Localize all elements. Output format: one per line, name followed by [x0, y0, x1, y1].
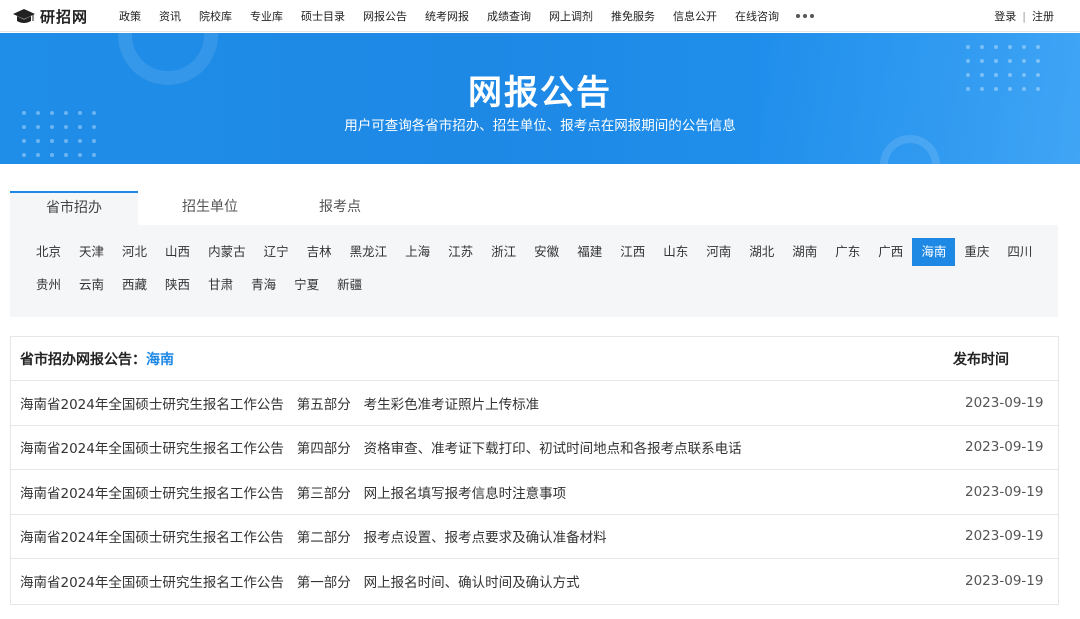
province-selector: 北京 天津 河北 山西 内蒙古 辽宁 吉林 黑龙江 上海 江苏 浙江 安徽 福建 江西 山东 河南 湖北 湖南 广东… — [10, 225, 1058, 317]
page-subtitle: 用户可查询各省市招办、招生单位、报考点在网报期间的公告信息 — [344, 118, 736, 134]
nav-item-exam-registration[interactable]: 统考网报 — [416, 8, 478, 24]
province-item[interactable]: 内蒙古 — [199, 238, 255, 266]
province-item[interactable]: 西藏 — [113, 271, 156, 299]
tab-provincial-office[interactable]: 省市招办 — [10, 191, 138, 225]
category-tabs: 省市招办 招生单位 报考点 — [10, 191, 404, 225]
tab-admission-units[interactable]: 招生单位 — [146, 191, 274, 225]
graduation-cap-icon — [13, 8, 35, 23]
province-item[interactable]: 贵州 — [27, 271, 70, 299]
announcement-date: 2023-09-19 — [965, 528, 1044, 545]
tab-exam-sites[interactable]: 报考点 — [276, 191, 404, 225]
announcement-date: 2023-09-19 — [965, 483, 1044, 500]
announcement-date: 2023-09-19 — [965, 439, 1044, 456]
logo-text: 研招网 — [40, 8, 89, 26]
nav-item-policy[interactable]: 政策 — [110, 8, 150, 24]
announcement-table: 省市招办网报公告：海南 发布时间 海南省2024年全国硕士研究生报名工作公告 第… — [10, 336, 1059, 605]
register-link[interactable]: 注册 — [1032, 8, 1054, 24]
table-header-date: 发布时间 — [953, 351, 1009, 368]
announcement-title[interactable]: 海南省2024年全国硕士研究生报名工作公告 第二部分 报考点设置、报考点要求及确… — [20, 526, 953, 546]
province-item[interactable]: 广东 — [826, 238, 869, 266]
province-item[interactable]: 安徽 — [525, 238, 568, 266]
province-item[interactable]: 天津 — [70, 238, 113, 266]
announcement-title[interactable]: 海南省2024年全国硕士研究生报名工作公告 第一部分 网上报名时间、确认时间及确… — [20, 571, 953, 591]
table-row[interactable]: 海南省2024年全国硕士研究生报名工作公告 第三部分 网上报名填写报考信息时注意… — [11, 470, 1058, 515]
province-item[interactable]: 宁夏 — [285, 271, 328, 299]
nav-item-recommendation[interactable]: 推免服务 — [602, 8, 664, 24]
nav-item-online-consult[interactable]: 在线咨询 — [726, 8, 788, 24]
header-prefix: 省市招办网报公告： — [20, 351, 146, 368]
site-logo[interactable]: 研招网 — [12, 6, 88, 27]
table-row[interactable]: 海南省2024年全国硕士研究生报名工作公告 第四部分 资格审查、准考证下载打印、… — [11, 426, 1058, 470]
province-item[interactable]: 四川 — [998, 238, 1041, 266]
province-item[interactable]: 河北 — [113, 238, 156, 266]
nav-item-online-adjustment[interactable]: 网上调剂 — [540, 8, 602, 24]
nav-item-master-catalog[interactable]: 硕士目录 — [292, 8, 354, 24]
province-item[interactable]: 甘肃 — [199, 271, 242, 299]
province-item[interactable]: 湖北 — [740, 238, 783, 266]
province-row: 北京 天津 河北 山西 内蒙古 辽宁 吉林 黑龙江 上海 江苏 浙江 安徽 福建 江西 山东 河南 湖北 湖南 广东… — [27, 238, 1058, 266]
announcement-title[interactable]: 海南省2024年全国硕士研究生报名工作公告 第三部分 网上报名填写报考信息时注意… — [20, 482, 953, 502]
hero-banner: 网报公告 用户可查询各省市招办、招生单位、报考点在网报期间的公告信息 — [0, 33, 1080, 164]
table-header: 省市招办网报公告：海南 发布时间 — [11, 337, 1058, 381]
province-item[interactable]: 青海 — [242, 271, 285, 299]
announcement-title[interactable]: 海南省2024年全国硕士研究生报名工作公告 第五部分 考生彩色准考证照片上传标准 — [20, 393, 953, 413]
province-item[interactable]: 新疆 — [328, 271, 371, 299]
province-row: 贵州 云南 西藏 陕西 甘肃 青海 宁夏 新疆 — [27, 271, 1058, 299]
nav-item-school-library[interactable]: 院校库 — [190, 8, 241, 24]
table-row[interactable]: 海南省2024年全国硕士研究生报名工作公告 第二部分 报考点设置、报考点要求及确… — [11, 515, 1058, 559]
table-row[interactable]: 海南省2024年全国硕士研究生报名工作公告 第一部分 网上报名时间、确认时间及确… — [11, 559, 1058, 604]
province-item[interactable]: 云南 — [70, 271, 113, 299]
auth-separator: | — [1022, 9, 1026, 23]
province-item[interactable]: 北京 — [27, 238, 70, 266]
province-item[interactable]: 上海 — [396, 238, 439, 266]
page-title: 网报公告 — [468, 73, 612, 113]
nav-item-info-disclosure[interactable]: 信息公开 — [664, 8, 726, 24]
table-header-title: 省市招办网报公告：海南 — [20, 349, 953, 369]
province-item[interactable]: 湖南 — [783, 238, 826, 266]
province-item[interactable]: 重庆 — [955, 238, 998, 266]
province-item[interactable]: 福建 — [568, 238, 611, 266]
province-item[interactable]: 江西 — [611, 238, 654, 266]
auth-links: 登录 | 注册 — [994, 0, 1054, 32]
province-item[interactable]: 陕西 — [156, 271, 199, 299]
more-menu-icon[interactable] — [796, 14, 814, 18]
nav-item-score-query[interactable]: 成绩查询 — [478, 8, 540, 24]
province-item[interactable]: 浙江 — [482, 238, 525, 266]
province-item[interactable]: 吉林 — [298, 238, 341, 266]
announcement-date: 2023-09-19 — [965, 394, 1044, 411]
nav-item-news[interactable]: 资讯 — [150, 8, 190, 24]
province-item[interactable]: 广西 — [869, 238, 912, 266]
province-item[interactable]: 江苏 — [439, 238, 482, 266]
announcement-title[interactable]: 海南省2024年全国硕士研究生报名工作公告 第四部分 资格审查、准考证下载打印、… — [20, 437, 953, 457]
announcement-date: 2023-09-19 — [965, 573, 1044, 590]
table-row[interactable]: 海南省2024年全国硕士研究生报名工作公告 第五部分 考生彩色准考证照片上传标准… — [11, 381, 1058, 426]
province-item[interactable]: 黑龙江 — [341, 238, 397, 266]
province-item[interactable]: 山东 — [654, 238, 697, 266]
province-item[interactable]: 山西 — [156, 238, 199, 266]
province-item[interactable]: 辽宁 — [255, 238, 298, 266]
province-item[interactable]: 河南 — [697, 238, 740, 266]
province-item[interactable]: 海南 — [912, 238, 956, 266]
login-link[interactable]: 登录 — [994, 8, 1016, 24]
nav-item-registration-notice[interactable]: 网报公告 — [354, 8, 416, 24]
top-nav-bar: 研招网 政策 资讯 院校库 专业库 硕士目录 网报公告 统考网报 成绩查询 网上… — [0, 0, 1080, 32]
header-region: 海南 — [146, 351, 174, 368]
main-nav: 政策 资讯 院校库 专业库 硕士目录 网报公告 统考网报 成绩查询 网上调剂 推… — [110, 0, 814, 32]
nav-item-major-library[interactable]: 专业库 — [241, 8, 292, 24]
